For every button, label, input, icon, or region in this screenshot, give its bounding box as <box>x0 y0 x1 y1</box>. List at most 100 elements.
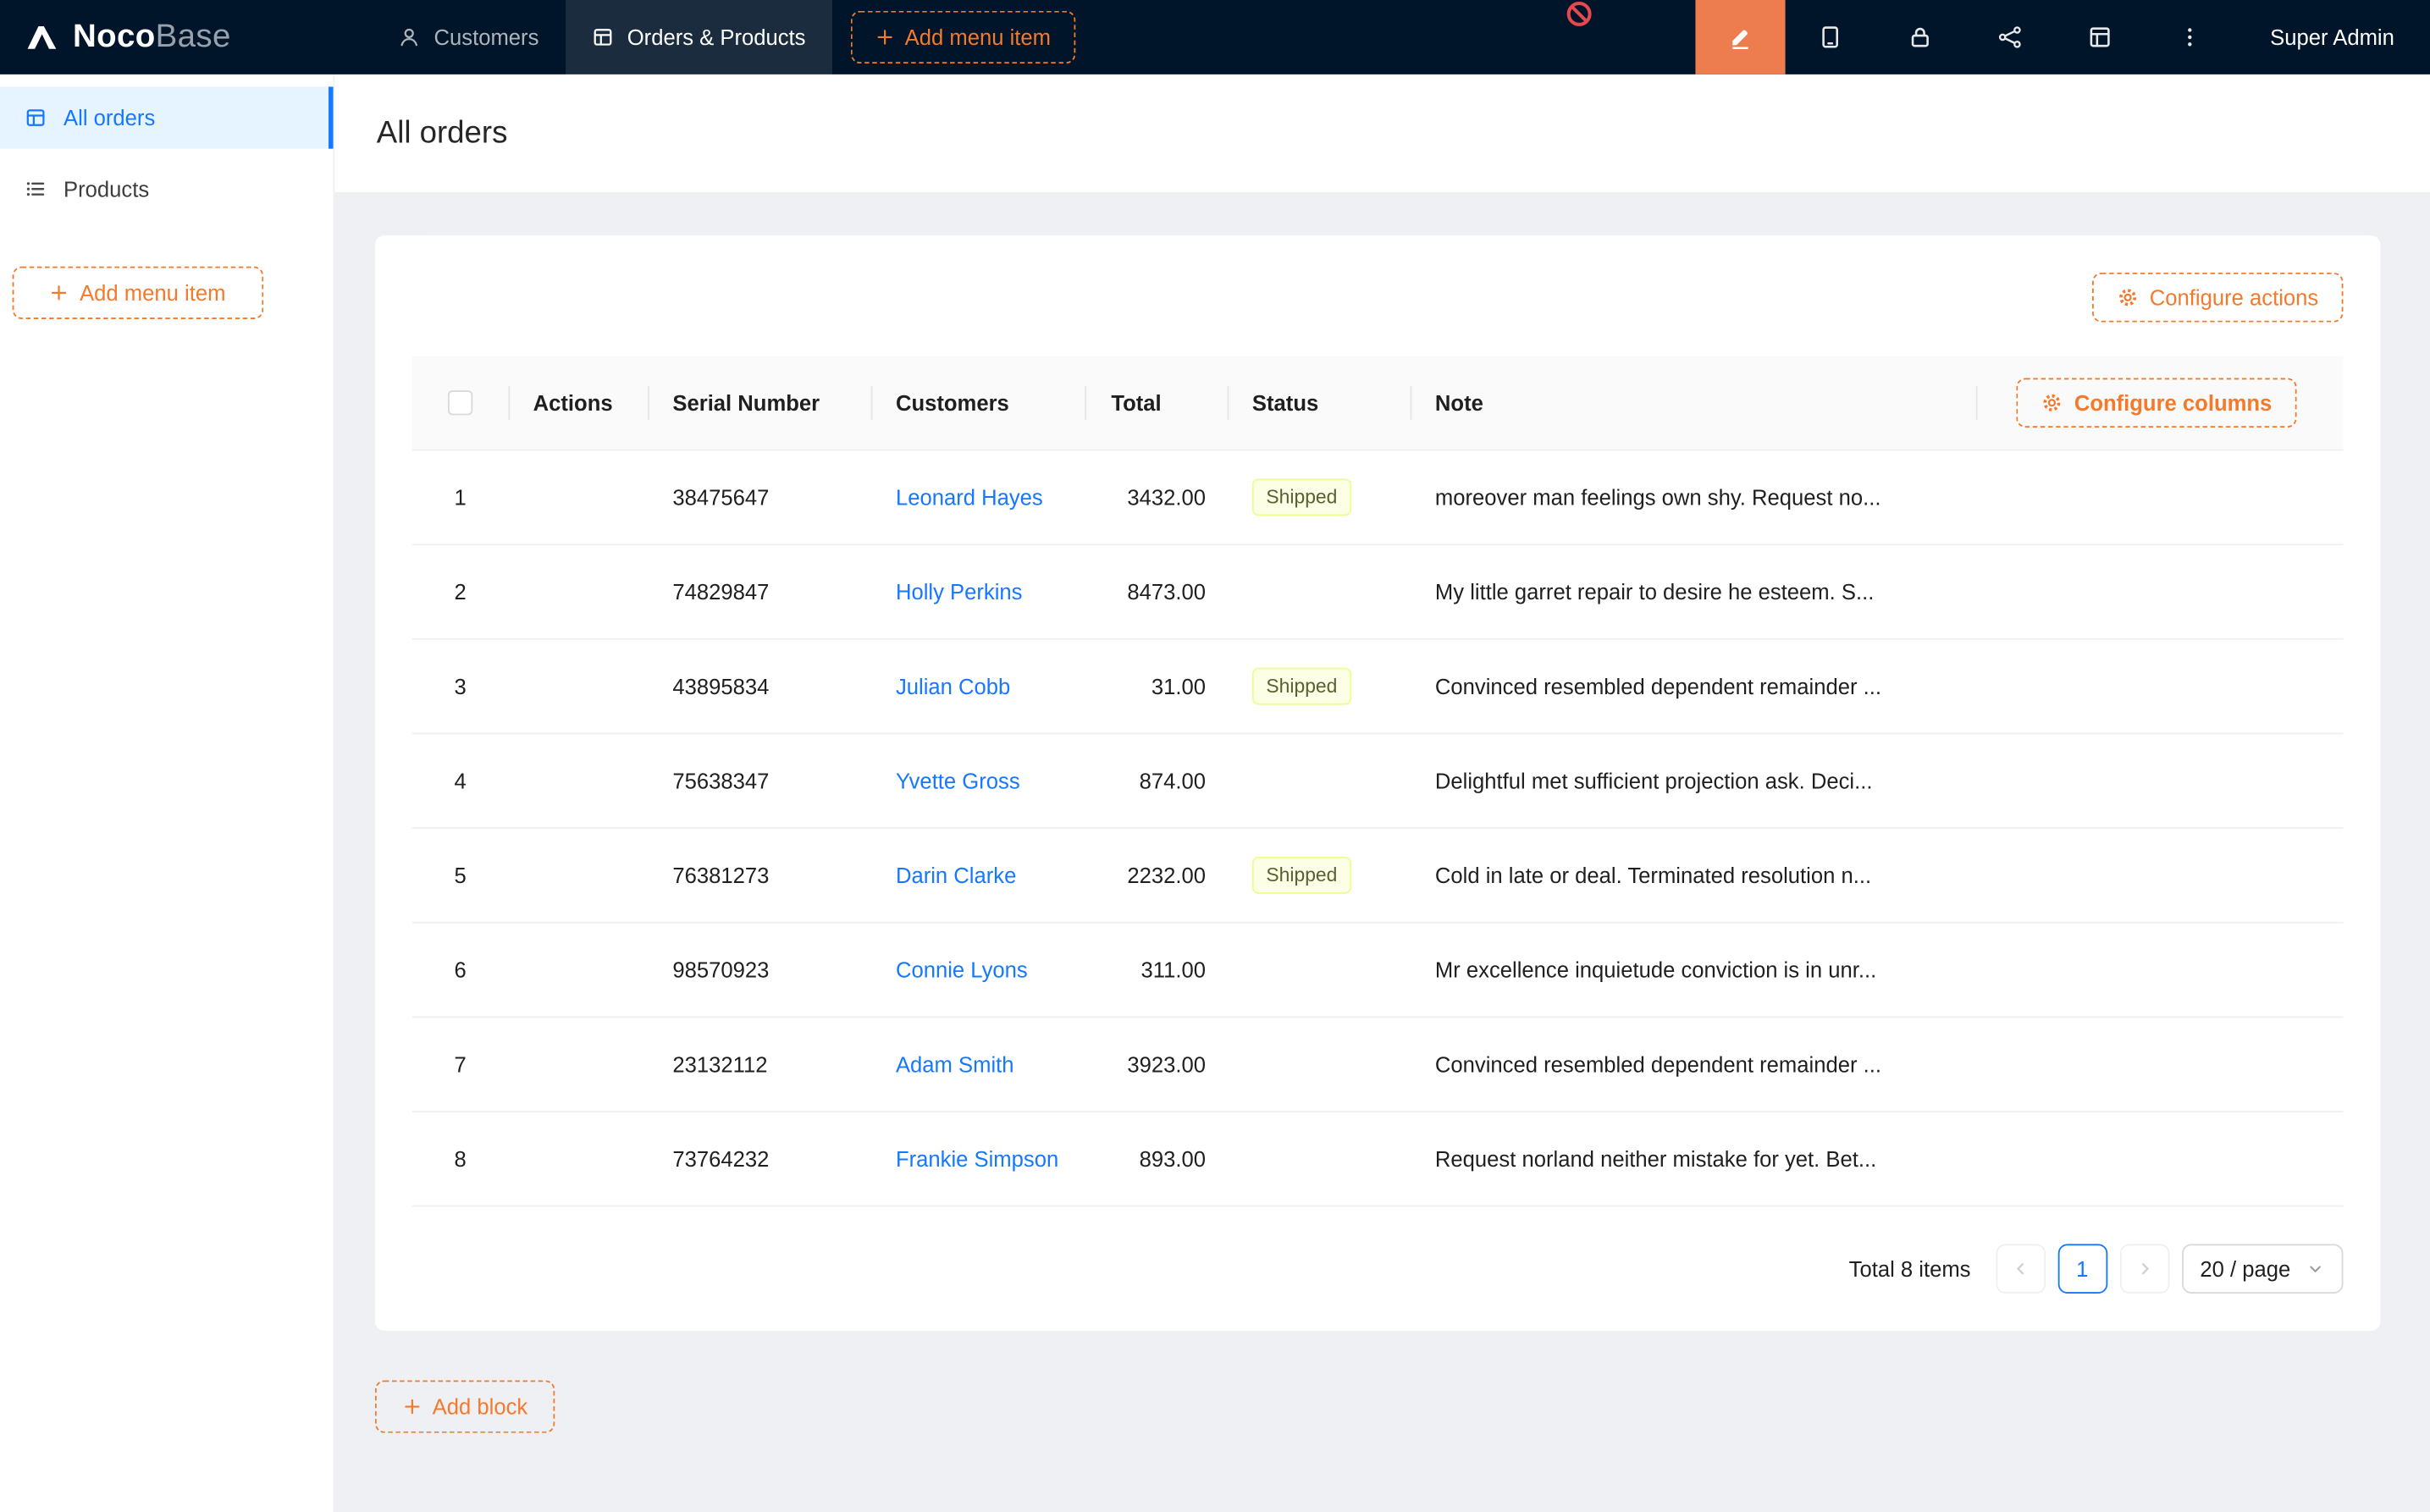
page-title: All orders <box>377 115 508 151</box>
nav-item-label: Customers <box>434 25 538 49</box>
column-header-serial-number: Serial Number <box>648 356 871 450</box>
actions-cell <box>508 545 648 638</box>
row-index: 2 <box>412 545 508 638</box>
configure-columns-button[interactable]: Configure columns <box>2017 378 2296 428</box>
page-1-button[interactable]: 1 <box>2057 1244 2107 1294</box>
table-row: 7 23132112 Adam Smith 3923.00 Convinced … <box>412 1018 2344 1112</box>
plus-icon <box>875 28 894 47</box>
lock-icon <box>1908 25 1932 49</box>
page-size-select[interactable]: 20 / page <box>2181 1244 2343 1294</box>
add-menu-item-label: Add menu item <box>905 25 1051 49</box>
customer-link[interactable]: Holly Perkins <box>896 579 1023 604</box>
gear-icon <box>2117 287 2139 309</box>
security-button[interactable] <box>1875 0 1964 74</box>
column-header-customers: Customers <box>871 356 1085 450</box>
gear-icon <box>2041 392 2063 414</box>
select-all-checkbox[interactable] <box>448 390 472 415</box>
blocked-cursor-icon <box>1566 0 1593 28</box>
total-cell: 8473.00 <box>1085 545 1227 638</box>
customer-link[interactable]: Frankie Simpson <box>896 1146 1058 1171</box>
ui-editor-button[interactable] <box>1695 0 1785 74</box>
row-index: 7 <box>412 1018 508 1111</box>
note-cell: Convinced resembled dependent remainder … <box>1435 1052 1881 1077</box>
note-cell: Cold in late or deal. Terminated resolut… <box>1435 863 1871 887</box>
serial-number-cell: 43895834 <box>648 640 871 733</box>
sidebar-item-products[interactable]: Products <box>0 158 334 220</box>
total-cell: 31.00 <box>1085 640 1227 733</box>
chevron-down-icon <box>2306 1260 2325 1278</box>
orders-icon <box>25 107 47 129</box>
configure-actions-label: Configure actions <box>2150 285 2318 310</box>
customer-link[interactable]: Leonard Hayes <box>896 485 1043 510</box>
api-button[interactable] <box>1965 0 2055 74</box>
row-index: 3 <box>412 640 508 733</box>
header-add-menu-item-button[interactable]: Add menu item <box>851 11 1076 63</box>
row-index: 1 <box>412 451 508 544</box>
serial-number-cell: 38475647 <box>648 451 871 544</box>
add-block-button[interactable]: Add block <box>375 1380 555 1432</box>
serial-number-cell: 73764232 <box>648 1112 871 1206</box>
nav-item-label: Orders & Products <box>627 25 806 49</box>
note-cell: Convinced resembled dependent remainder … <box>1435 674 1881 698</box>
configure-actions-button[interactable]: Configure actions <box>2092 273 2343 323</box>
note-cell: Delightful met sufficient projection ask… <box>1435 769 1873 793</box>
chevron-left-icon <box>2011 1260 2030 1278</box>
serial-number-cell: 98570923 <box>648 924 871 1017</box>
layout-button[interactable] <box>2055 0 2145 74</box>
customer-link[interactable]: Yvette Gross <box>896 769 1020 793</box>
table-row: 4 75638347 Yvette Gross 874.00 Delightfu… <box>412 734 2344 829</box>
next-page-button[interactable] <box>2119 1244 2169 1294</box>
column-header-actions: Actions <box>508 356 648 450</box>
column-header-total: Total <box>1085 356 1227 450</box>
sidebar-item-all-orders[interactable]: All orders <box>0 86 334 148</box>
serial-number-cell: 76381273 <box>648 829 871 922</box>
actions-cell <box>508 451 648 544</box>
table-toolbar: Configure actions <box>412 273 2344 323</box>
pagination-total: Total 8 items <box>1849 1256 1971 1281</box>
orders-products-icon <box>592 26 614 48</box>
prev-page-button[interactable] <box>1996 1244 2046 1294</box>
total-cell: 2232.00 <box>1085 829 1227 922</box>
note-cell: My little garret repair to desire he est… <box>1435 579 1874 604</box>
total-cell: 3432.00 <box>1085 451 1227 544</box>
page-size-value: 20 / page <box>2200 1256 2290 1281</box>
customer-link[interactable]: Julian Cobb <box>896 674 1010 698</box>
customer-link[interactable]: Adam Smith <box>896 1052 1014 1077</box>
note-cell: Mr excellence inquietude conviction is i… <box>1435 957 1876 982</box>
top-nav: Customers Orders & Products <box>372 0 831 74</box>
table-row: 8 73764232 Frankie Simpson 893.00 Reques… <box>412 1112 2344 1207</box>
sidebar-item-label: Products <box>64 177 149 201</box>
serial-number-cell: 74829847 <box>648 545 871 638</box>
pagination: Total 8 items 1 20 / page <box>412 1244 2344 1294</box>
total-cell: 3923.00 <box>1085 1018 1227 1111</box>
nav-item-orders-products[interactable]: Orders & Products <box>566 0 832 74</box>
nav-item-customers[interactable]: Customers <box>372 0 565 74</box>
actions-cell <box>508 924 648 1017</box>
chevron-right-icon <box>2135 1260 2154 1278</box>
customer-link[interactable]: Connie Lyons <box>896 957 1028 982</box>
column-header-note: Note <box>1411 356 1976 450</box>
logo-text-light: Base <box>156 19 231 54</box>
column-header-status: Status <box>1228 356 1411 450</box>
user-menu[interactable]: Super Admin <box>2234 25 2430 49</box>
nocobase-logo-icon <box>22 17 63 58</box>
status-tag: Shipped <box>1252 857 1351 894</box>
row-index: 8 <box>412 1112 508 1206</box>
more-button[interactable] <box>2145 0 2234 74</box>
logo-text-bold: Noco <box>73 19 156 54</box>
sidebar-add-menu-item-button[interactable]: Add menu item <box>13 267 264 319</box>
status-tag: Shipped <box>1252 478 1351 516</box>
table-row: 1 38475647 Leonard Hayes 3432.00 Shipped… <box>412 451 2344 546</box>
table-row: 2 74829847 Holly Perkins 8473.00 My litt… <box>412 545 2344 640</box>
actions-cell <box>508 829 648 922</box>
nocobase-logo[interactable]: NocoBase <box>0 17 334 58</box>
main-area: All orders Configure actions Actions <box>334 74 2430 1512</box>
share-graph-icon <box>1997 25 2022 49</box>
row-index: 6 <box>412 924 508 1017</box>
customer-link[interactable]: Darin Clarke <box>896 863 1016 887</box>
serial-number-cell: 23132112 <box>648 1018 871 1111</box>
total-cell: 893.00 <box>1085 1112 1227 1206</box>
mobile-preview-button[interactable] <box>1785 0 1875 74</box>
top-header: NocoBase Customers Orders & Products Add… <box>0 0 2430 74</box>
highlighter-icon <box>1728 25 1753 49</box>
